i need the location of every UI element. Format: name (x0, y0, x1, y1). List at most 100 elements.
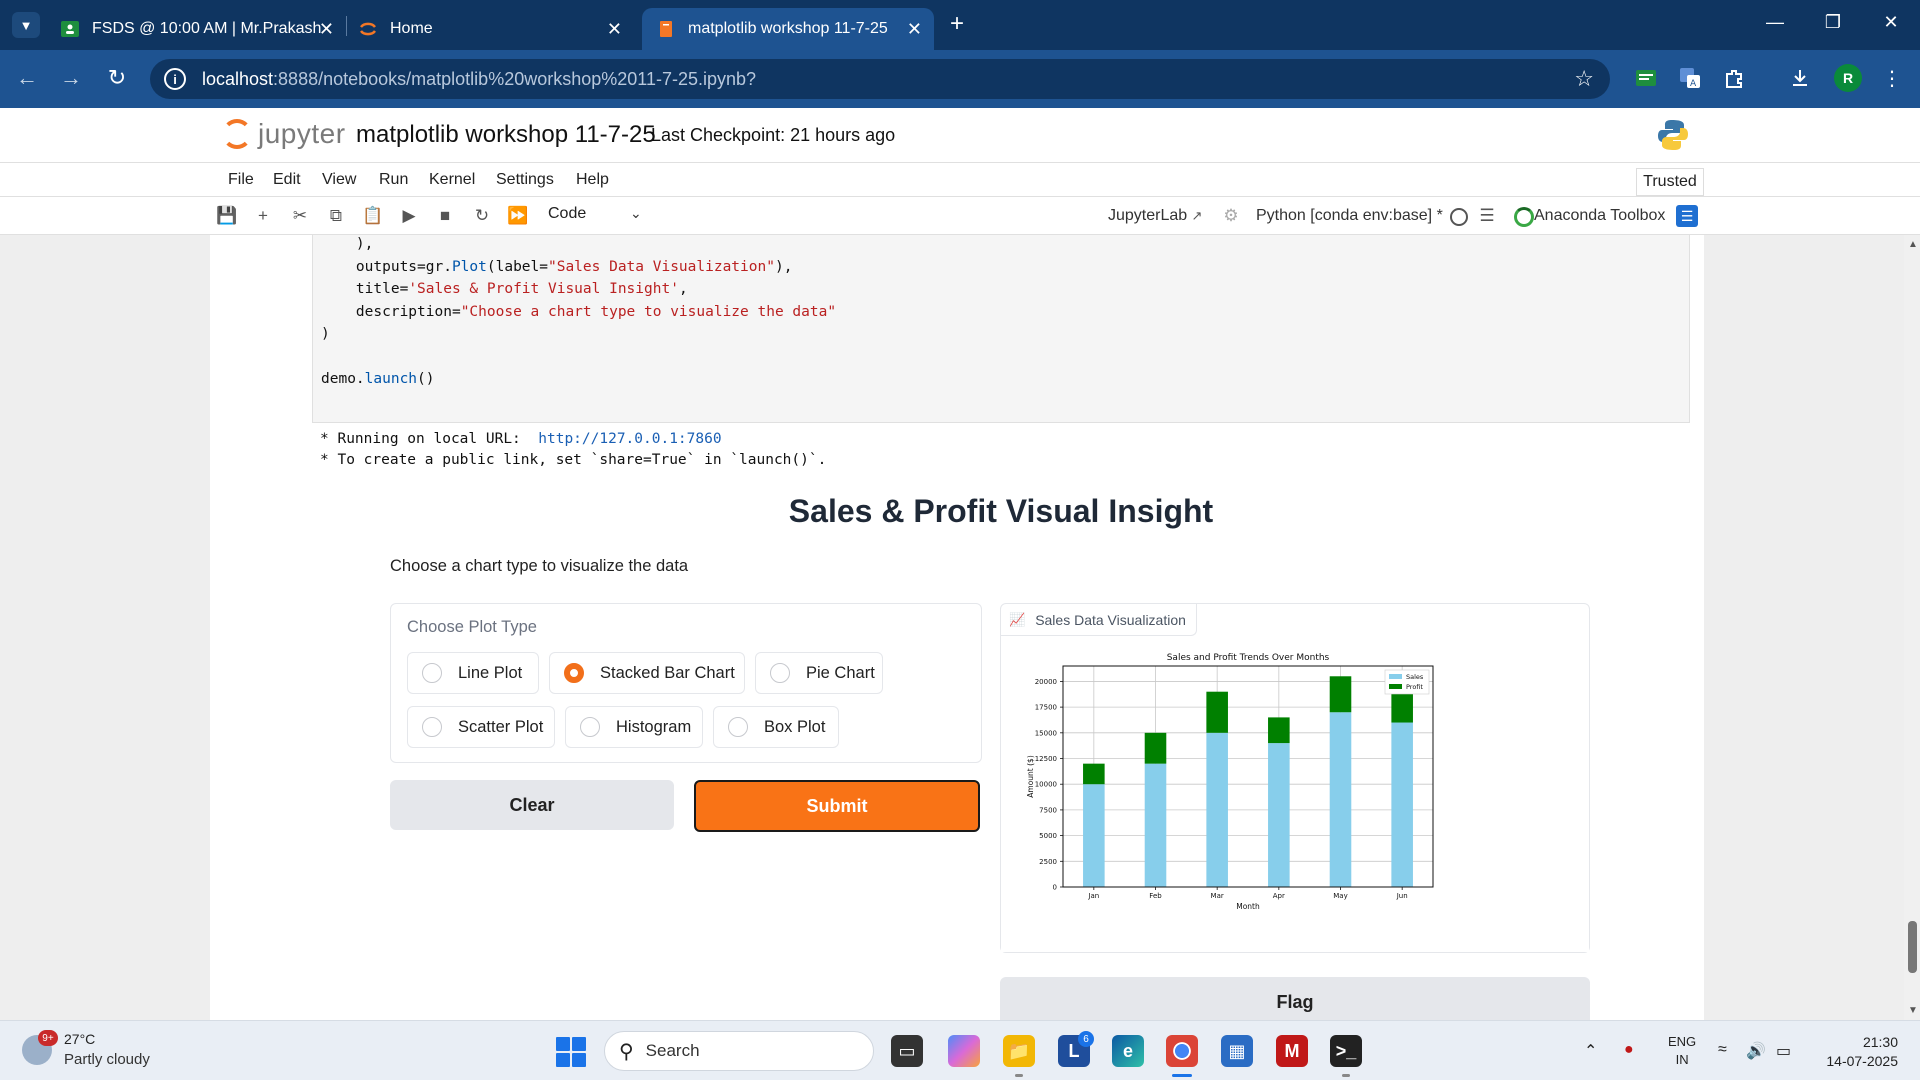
anaconda-toolbox[interactable]: Anaconda Toolbox (1534, 207, 1665, 225)
radio-box-plot[interactable]: Box Plot (713, 706, 839, 748)
jupyter-header: jupyter matplotlib workshop 11-7-25 Last… (0, 108, 1920, 163)
restart-icon[interactable]: ↻ (471, 205, 493, 227)
local-url-link[interactable]: http://127.0.0.1:7860 (538, 431, 721, 447)
chevron-up-icon[interactable]: ⌃ (1584, 1041, 1597, 1061)
checkpoint-status: Last Checkpoint: 21 hours ago (651, 125, 896, 145)
tab-notebook[interactable]: matplotlib workshop 11-7-25 ✕ (642, 8, 934, 50)
tab-fsds[interactable]: FSDS @ 10:00 AM | Mr.Prakash ✕ (46, 8, 346, 50)
weather-badge: 9+ (38, 1030, 58, 1046)
minimize-icon[interactable]: — (1760, 12, 1790, 33)
add-cell-icon[interactable]: + (252, 205, 274, 227)
task-view-icon[interactable]: ▭ (891, 1035, 923, 1067)
back-icon[interactable]: ← (12, 65, 42, 91)
close-icon[interactable]: ✕ (907, 19, 922, 40)
stacked-bar-chart: Sales and Profit Trends Over Months 0 2500… (1001, 632, 1589, 952)
extensions-icon[interactable] (1720, 64, 1748, 92)
windows-start-icon[interactable] (556, 1037, 586, 1067)
page-scrollbar[interactable]: ▲ ▼ (1904, 235, 1920, 1020)
scroll-down-icon[interactable]: ▼ (1908, 1005, 1918, 1016)
cut-icon[interactable]: ✂ (289, 205, 311, 227)
chrome-icon[interactable] (1166, 1035, 1198, 1067)
notebook-panel: ), outputs=gr.Plot(label="Sales Data Vis… (210, 235, 1704, 1020)
menu-lines-icon[interactable]: ☰ (1476, 205, 1498, 227)
download-icon[interactable] (1786, 64, 1814, 92)
cell-output-text: * Running on local URL: http://127.0.0.1… (320, 431, 827, 468)
app-indicator (1342, 1074, 1350, 1077)
notebook-title[interactable]: matplotlib workshop 11-7-25 (356, 121, 656, 149)
radio-stacked-bar[interactable]: Stacked Bar Chart (549, 652, 745, 694)
code-cell[interactable]: ), outputs=gr.Plot(label="Sales Data Vis… (312, 235, 1690, 423)
site-info-icon[interactable]: i (164, 68, 186, 90)
forward-icon[interactable]: → (56, 65, 86, 91)
jupyterlab-link[interactable]: JupyterLab (1108, 207, 1187, 225)
jupyter-logo[interactable]: jupyter (222, 118, 346, 150)
debugger-icon[interactable]: ⚙ (1220, 205, 1242, 227)
flag-button[interactable]: Flag (1000, 977, 1590, 1020)
menu-settings[interactable]: Settings (496, 171, 554, 189)
code-editor[interactable]: ), outputs=gr.Plot(label="Sales Data Vis… (321, 235, 836, 391)
menu-run[interactable]: Run (379, 171, 408, 189)
radio-pie-chart[interactable]: Pie Chart (755, 652, 883, 694)
close-icon[interactable]: ✕ (607, 19, 622, 40)
radio-scatter-plot[interactable]: Scatter Plot (407, 706, 555, 748)
radio-circle-icon (770, 663, 790, 683)
reload-icon[interactable]: ↻ (102, 65, 132, 91)
kernel-name[interactable]: Python [conda env:base] * (1256, 207, 1443, 225)
stop-icon[interactable]: ■ (434, 205, 456, 227)
profile-avatar[interactable]: R (1834, 64, 1862, 92)
menu-file[interactable]: File (228, 171, 254, 189)
restore-icon[interactable]: ❐ (1818, 12, 1848, 33)
tab-home[interactable]: Home ✕ (344, 8, 634, 50)
edge-icon[interactable]: e (1112, 1035, 1144, 1067)
translate-icon[interactable]: A (1676, 64, 1704, 92)
weather-temp[interactable]: 27°C (64, 1031, 95, 1047)
browser-menu-icon[interactable]: ⋮ (1878, 64, 1906, 92)
tab-search-button[interactable]: ▼ (12, 12, 40, 38)
mail-extension-icon[interactable] (1632, 64, 1660, 92)
radio-histogram[interactable]: Histogram (565, 706, 703, 748)
terminal-icon[interactable]: >_ (1330, 1035, 1362, 1067)
y-tick-label: 15000 (1035, 729, 1057, 737)
wifi-icon[interactable]: ≈ (1718, 1041, 1727, 1059)
window-close-icon[interactable]: ✕ (1876, 12, 1906, 33)
tab-label: FSDS @ 10:00 AM | Mr.Prakash (92, 20, 322, 37)
menu-edit[interactable]: Edit (273, 171, 301, 189)
menu-kernel[interactable]: Kernel (429, 171, 475, 189)
radio-line-plot[interactable]: Line Plot (407, 652, 539, 694)
security-tray-icon[interactable]: ● (1624, 1041, 1634, 1059)
run-all-icon[interactable]: ⏩ (507, 205, 529, 227)
volume-icon[interactable]: 🔊 (1746, 1041, 1766, 1061)
taskbar-search[interactable]: ⚲ Search (604, 1031, 874, 1071)
url-bar[interactable]: i localhost:8888/notebooks/matplotlib%20… (150, 59, 1610, 99)
weather-desc[interactable]: Partly cloudy (64, 1051, 150, 1068)
close-icon[interactable]: ✕ (319, 19, 334, 40)
trusted-indicator[interactable]: Trusted (1636, 168, 1704, 196)
copilot-icon[interactable] (948, 1035, 980, 1067)
battery-icon[interactable]: ▭ (1776, 1041, 1791, 1061)
cell-type-select[interactable]: Code ⌄ (548, 205, 648, 223)
new-tab-button[interactable]: + (950, 12, 964, 36)
menu-help[interactable]: Help (576, 171, 609, 189)
run-icon[interactable]: ▶ (398, 205, 420, 227)
submit-button[interactable]: Submit (694, 780, 980, 832)
paste-icon[interactable]: 📋 (362, 205, 384, 227)
menu-view[interactable]: View (322, 171, 356, 189)
x-axis-label: Month (1236, 902, 1260, 911)
scroll-up-icon[interactable]: ▲ (1908, 239, 1918, 250)
mcafee-icon[interactable]: M (1276, 1035, 1308, 1067)
scroll-thumb[interactable] (1908, 921, 1917, 973)
tab-label: Home (390, 20, 433, 37)
clear-button[interactable]: Clear (390, 780, 674, 830)
clock[interactable]: 21:30 14-07-2025 (1818, 1033, 1898, 1071)
save-icon[interactable]: 💾 (216, 205, 238, 227)
file-explorer-icon[interactable]: 📁 (1003, 1035, 1035, 1067)
url-text[interactable]: localhost:8888/notebooks/matplotlib%20wo… (202, 69, 756, 90)
radio-circle-icon (580, 717, 600, 737)
store-icon[interactable]: ▦ (1221, 1035, 1253, 1067)
legend-swatch (1389, 674, 1402, 679)
plot-output-label: 📈 Sales Data Visualization (1001, 604, 1197, 636)
bookmark-star-icon[interactable]: ☆ (1574, 66, 1594, 92)
copy-icon[interactable]: ⧉ (325, 205, 347, 227)
language-indicator[interactable]: ENG IN (1668, 1033, 1696, 1069)
anaconda-panel-icon[interactable]: ☰ (1676, 205, 1698, 227)
